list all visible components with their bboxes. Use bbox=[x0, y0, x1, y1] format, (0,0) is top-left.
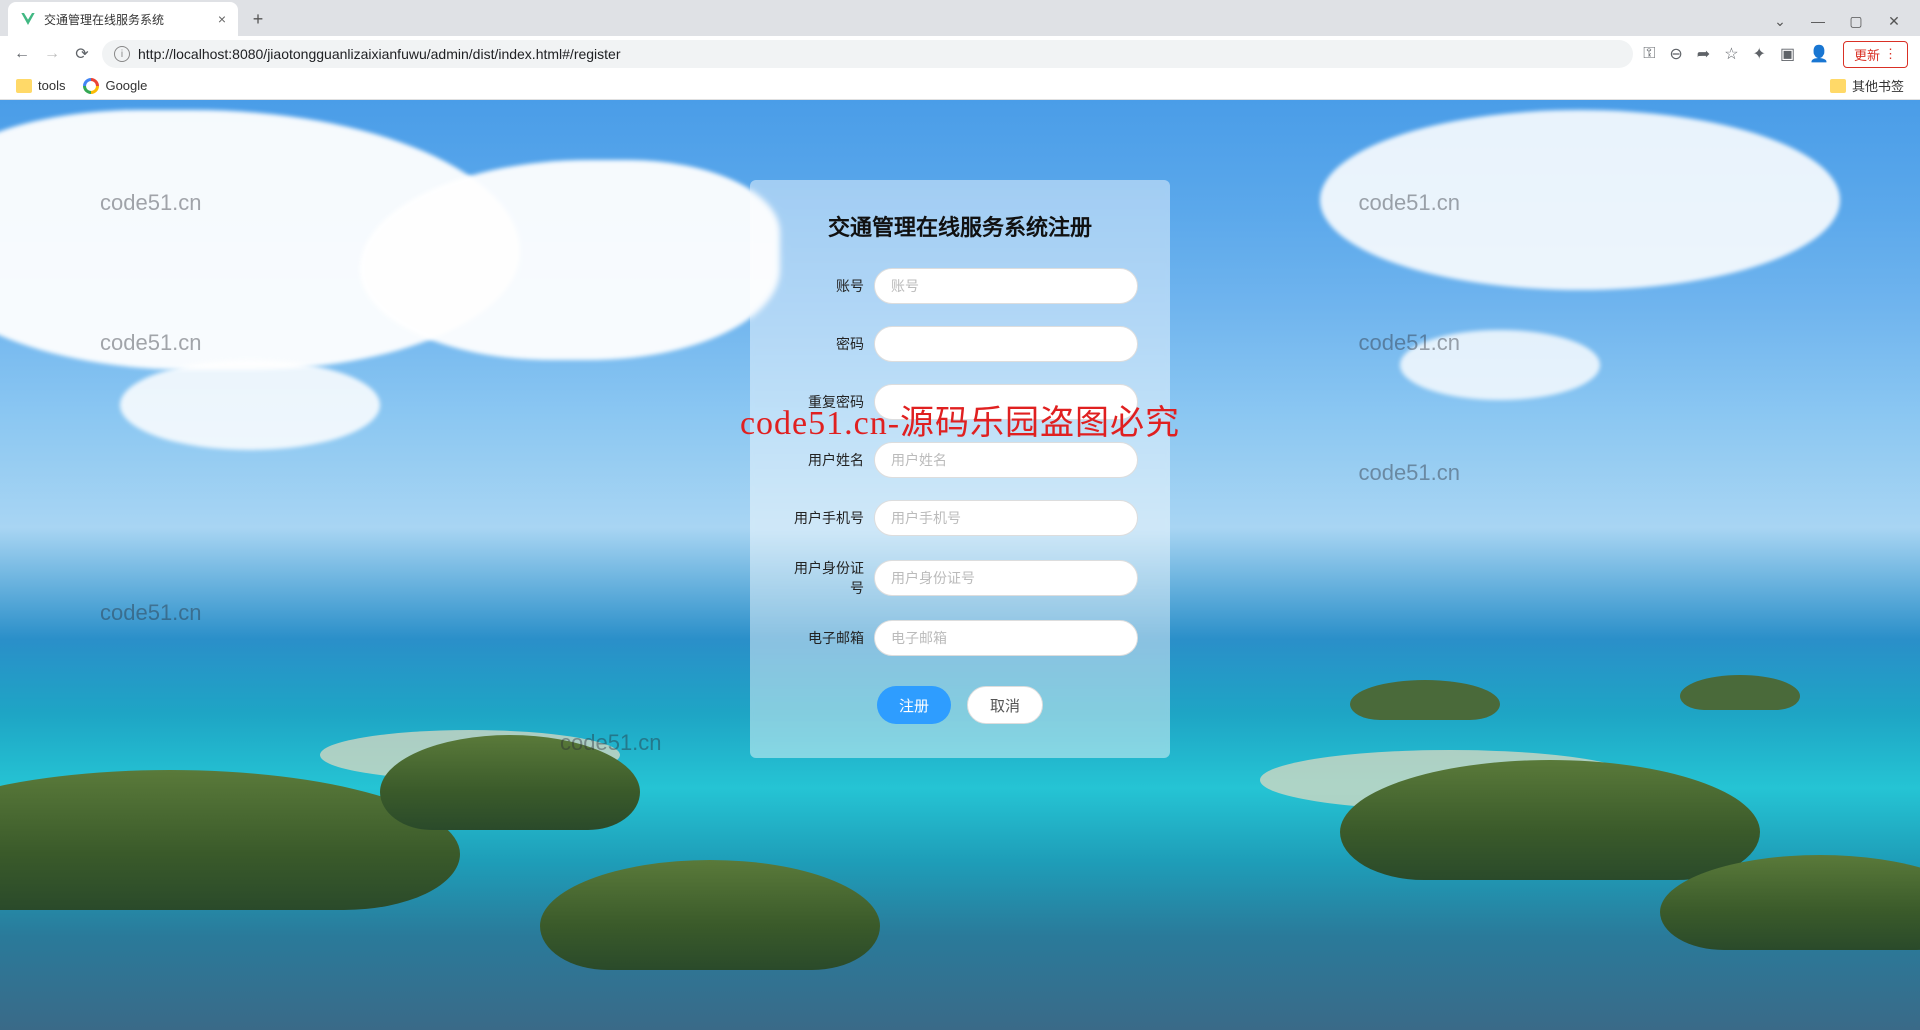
password-label: 密码 bbox=[782, 334, 864, 354]
browser-chrome: 交通管理在线服务系统 × + ⌄ — ▢ ✕ ← → ⟳ i http://lo… bbox=[0, 0, 1920, 100]
password-input[interactable] bbox=[874, 326, 1138, 362]
idcard-label: 用户身份证号 bbox=[782, 558, 864, 598]
menu-icon: ⋮ bbox=[1884, 46, 1897, 62]
email-input[interactable] bbox=[874, 620, 1138, 656]
google-icon bbox=[83, 78, 99, 94]
tab-bar: 交通管理在线服务系统 × + ⌄ — ▢ ✕ bbox=[0, 0, 1920, 36]
bookmark-label: 其他书签 bbox=[1852, 76, 1904, 95]
field-password: 密码 bbox=[782, 326, 1138, 362]
url-text: http://localhost:8080/jiaotongguanlizaix… bbox=[138, 46, 621, 62]
url-input[interactable]: i http://localhost:8080/jiaotongguanliza… bbox=[102, 40, 1633, 68]
page-content: code51.cn code51.cn code51.cn code51.cn … bbox=[0, 100, 1920, 1030]
zoom-icon[interactable]: ⊖ bbox=[1669, 44, 1682, 64]
phone-input[interactable] bbox=[874, 500, 1138, 536]
tab-title: 交通管理在线服务系统 bbox=[44, 11, 164, 28]
window-close-icon[interactable]: ✕ bbox=[1884, 13, 1904, 30]
phone-label: 用户手机号 bbox=[782, 508, 864, 528]
username-label: 账号 bbox=[782, 276, 864, 296]
folder-icon bbox=[16, 79, 32, 93]
new-tab-button[interactable]: + bbox=[244, 5, 272, 33]
share-icon[interactable]: ➦ bbox=[1697, 44, 1710, 64]
star-icon[interactable]: ☆ bbox=[1724, 44, 1738, 64]
cancel-button[interactable]: 取消 bbox=[967, 686, 1043, 724]
address-bar: ← → ⟳ i http://localhost:8080/jiaotonggu… bbox=[0, 36, 1920, 72]
window-dropdown-icon[interactable]: ⌄ bbox=[1770, 13, 1790, 30]
address-bar-icons: ⚿ ⊖ ➦ ☆ ✦ ▣ 👤 更新 ⋮ bbox=[1643, 41, 1908, 68]
realname-label: 用户姓名 bbox=[782, 450, 864, 470]
update-button[interactable]: 更新 ⋮ bbox=[1843, 41, 1908, 68]
update-label: 更新 bbox=[1854, 45, 1880, 64]
profile-icon[interactable]: 👤 bbox=[1809, 44, 1829, 64]
confirm-password-label: 重复密码 bbox=[782, 392, 864, 412]
extensions-icon[interactable]: ✦ bbox=[1753, 44, 1766, 64]
field-phone: 用户手机号 bbox=[782, 500, 1138, 536]
submit-button[interactable]: 注册 bbox=[877, 686, 951, 724]
bookmark-google[interactable]: Google bbox=[83, 78, 147, 94]
bookmark-label: tools bbox=[38, 78, 65, 93]
nav-reload-button[interactable]: ⟳ bbox=[72, 44, 92, 64]
confirm-password-input[interactable] bbox=[874, 384, 1138, 420]
window-minimize-icon[interactable]: — bbox=[1808, 13, 1828, 30]
close-tab-icon[interactable]: × bbox=[218, 11, 226, 27]
bookmarks-bar: tools Google 其他书签 bbox=[0, 72, 1920, 100]
username-input[interactable] bbox=[874, 268, 1138, 304]
folder-icon bbox=[1830, 79, 1846, 93]
nav-forward-button[interactable]: → bbox=[42, 44, 62, 64]
button-row: 注册 取消 bbox=[782, 686, 1138, 724]
field-idcard: 用户身份证号 bbox=[782, 558, 1138, 598]
idcard-input[interactable] bbox=[874, 560, 1138, 596]
bookmark-tools[interactable]: tools bbox=[16, 78, 65, 93]
field-confirm-password: 重复密码 bbox=[782, 384, 1138, 420]
bookmark-label: Google bbox=[105, 78, 147, 93]
site-info-icon[interactable]: i bbox=[114, 46, 130, 62]
browser-tab[interactable]: 交通管理在线服务系统 × bbox=[8, 2, 238, 36]
bookmark-other[interactable]: 其他书签 bbox=[1830, 76, 1904, 95]
register-title: 交通管理在线服务系统注册 bbox=[782, 210, 1138, 242]
key-icon[interactable]: ⚿ bbox=[1643, 45, 1655, 63]
nav-back-button[interactable]: ← bbox=[12, 44, 32, 64]
field-realname: 用户姓名 bbox=[782, 442, 1138, 478]
window-maximize-icon[interactable]: ▢ bbox=[1846, 13, 1866, 30]
side-panel-icon[interactable]: ▣ bbox=[1780, 44, 1795, 64]
field-email: 电子邮箱 bbox=[782, 620, 1138, 656]
register-card: 交通管理在线服务系统注册 账号 密码 重复密码 用户姓名 用户手机号 用户身份证… bbox=[750, 180, 1170, 758]
vue-favicon-icon bbox=[20, 11, 36, 27]
window-controls: ⌄ — ▢ ✕ bbox=[1770, 13, 1920, 36]
field-username: 账号 bbox=[782, 268, 1138, 304]
email-label: 电子邮箱 bbox=[782, 628, 864, 648]
realname-input[interactable] bbox=[874, 442, 1138, 478]
